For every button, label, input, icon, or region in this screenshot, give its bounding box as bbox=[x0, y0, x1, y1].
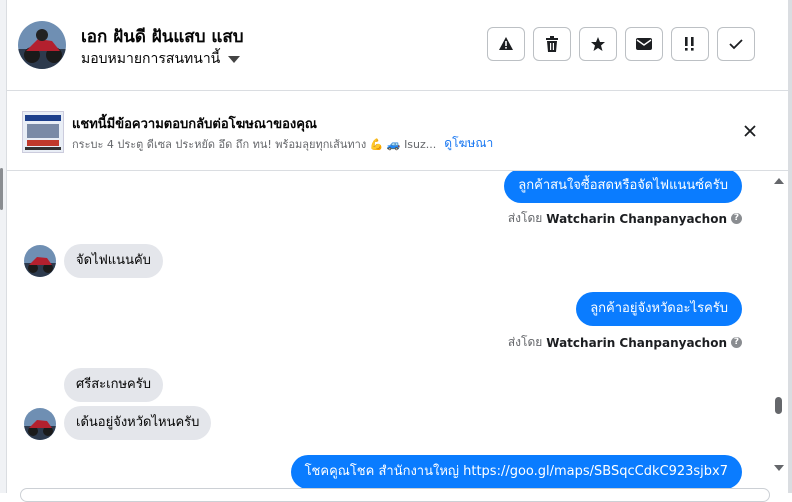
view-ad-link[interactable]: ดูโฆษณา bbox=[444, 134, 493, 153]
close-icon bbox=[744, 125, 756, 137]
ad-banner-subtitle-row: กระบะ 4 ประตู ดีเซล ประหยัด อึด ถึก ทน! … bbox=[72, 134, 493, 153]
sent-by-prefix: ส่งโดย bbox=[507, 211, 543, 225]
message-composer[interactable] bbox=[20, 488, 770, 502]
message-outgoing[interactable]: ลูกค้าอยู่จังหวัดอะไรครับ bbox=[576, 292, 742, 326]
envelope-icon bbox=[636, 38, 652, 50]
sender-name: Watcharin Chanpanyachon bbox=[546, 335, 727, 350]
report-button[interactable] bbox=[487, 27, 525, 61]
sender-name: Watcharin Chanpanyachon bbox=[546, 211, 727, 226]
scroll-thumb[interactable] bbox=[775, 397, 782, 414]
right-edge bbox=[788, 0, 792, 493]
ad-thumbnail[interactable] bbox=[22, 111, 64, 153]
contact-avatar-small[interactable] bbox=[24, 245, 56, 277]
contact-name[interactable]: เอก ฝันดี ฝันแสบ แสบ bbox=[81, 23, 244, 50]
message-incoming[interactable]: เด้นอยู่จังหวัดไหนครับ bbox=[64, 406, 212, 440]
assign-conversation-dropdown[interactable]: มอบหมายการสนทนานี้ bbox=[81, 48, 241, 70]
message-outgoing[interactable]: โชคคูณโชค สำนักงานใหญ่ https://goo.gl/ma… bbox=[290, 455, 742, 489]
mark-done-button[interactable] bbox=[717, 27, 755, 61]
scroll-up-icon[interactable] bbox=[774, 178, 784, 184]
conversation-header: เอก ฝันดี ฝันแสบ แสบ มอบหมายการสนทนานี้ bbox=[6, 0, 788, 91]
thread-scrollbar[interactable] bbox=[768, 171, 788, 493]
sent-by-prefix: ส่งโดย bbox=[507, 335, 543, 349]
message-thread: ลูกค้าสนใจซื้อสดหรือจัดไฟแนนซ์ครับ ส่งโด… bbox=[6, 171, 768, 493]
message-incoming[interactable]: จัดไฟแนนคับ bbox=[64, 244, 163, 278]
star-button[interactable] bbox=[579, 27, 617, 61]
info-icon[interactable]: ? bbox=[731, 337, 742, 348]
ad-banner-title: แชทนี้มีข้อความตอบกลับต่อโฆษณาของคุณ bbox=[72, 117, 317, 132]
scroll-down-icon[interactable] bbox=[774, 465, 784, 471]
sent-by-label: ส่งโดย Watcharin Chanpanyachon ? bbox=[508, 209, 742, 228]
ad-banner-subtitle: กระบะ 4 ประตู ดีเซล ประหยัด อึด ถึก ทน! … bbox=[72, 137, 437, 151]
delete-button[interactable] bbox=[533, 27, 571, 61]
message-incoming[interactable]: ศรีสะเกษครับ bbox=[64, 368, 163, 402]
trash-icon bbox=[546, 36, 558, 52]
close-banner-button[interactable] bbox=[740, 121, 760, 141]
contact-avatar[interactable] bbox=[18, 21, 66, 69]
assign-label: มอบหมายการสนทนานี้ bbox=[81, 51, 221, 67]
caret-down-icon bbox=[228, 55, 241, 63]
check-icon bbox=[729, 39, 743, 50]
message-outgoing[interactable]: ลูกค้าสนใจซื้อสดหรือจัดไฟแนนซ์ครับ bbox=[504, 171, 742, 203]
header-actions bbox=[487, 27, 755, 61]
contact-avatar-small[interactable] bbox=[24, 408, 56, 440]
star-icon bbox=[591, 37, 605, 51]
ad-reply-banner: แชทนี้มีข้อความตอบกลับต่อโฆษณาของคุณ กระ… bbox=[6, 91, 788, 171]
follow-up-button[interactable] bbox=[671, 27, 709, 61]
info-icon[interactable]: ? bbox=[731, 213, 742, 224]
warning-icon bbox=[499, 37, 513, 50]
follow-up-icon bbox=[685, 37, 694, 51]
left-scroll-indicator bbox=[0, 168, 3, 210]
mark-unread-button[interactable] bbox=[625, 27, 663, 61]
sent-by-label: ส่งโดย Watcharin Chanpanyachon ? bbox=[508, 333, 742, 352]
